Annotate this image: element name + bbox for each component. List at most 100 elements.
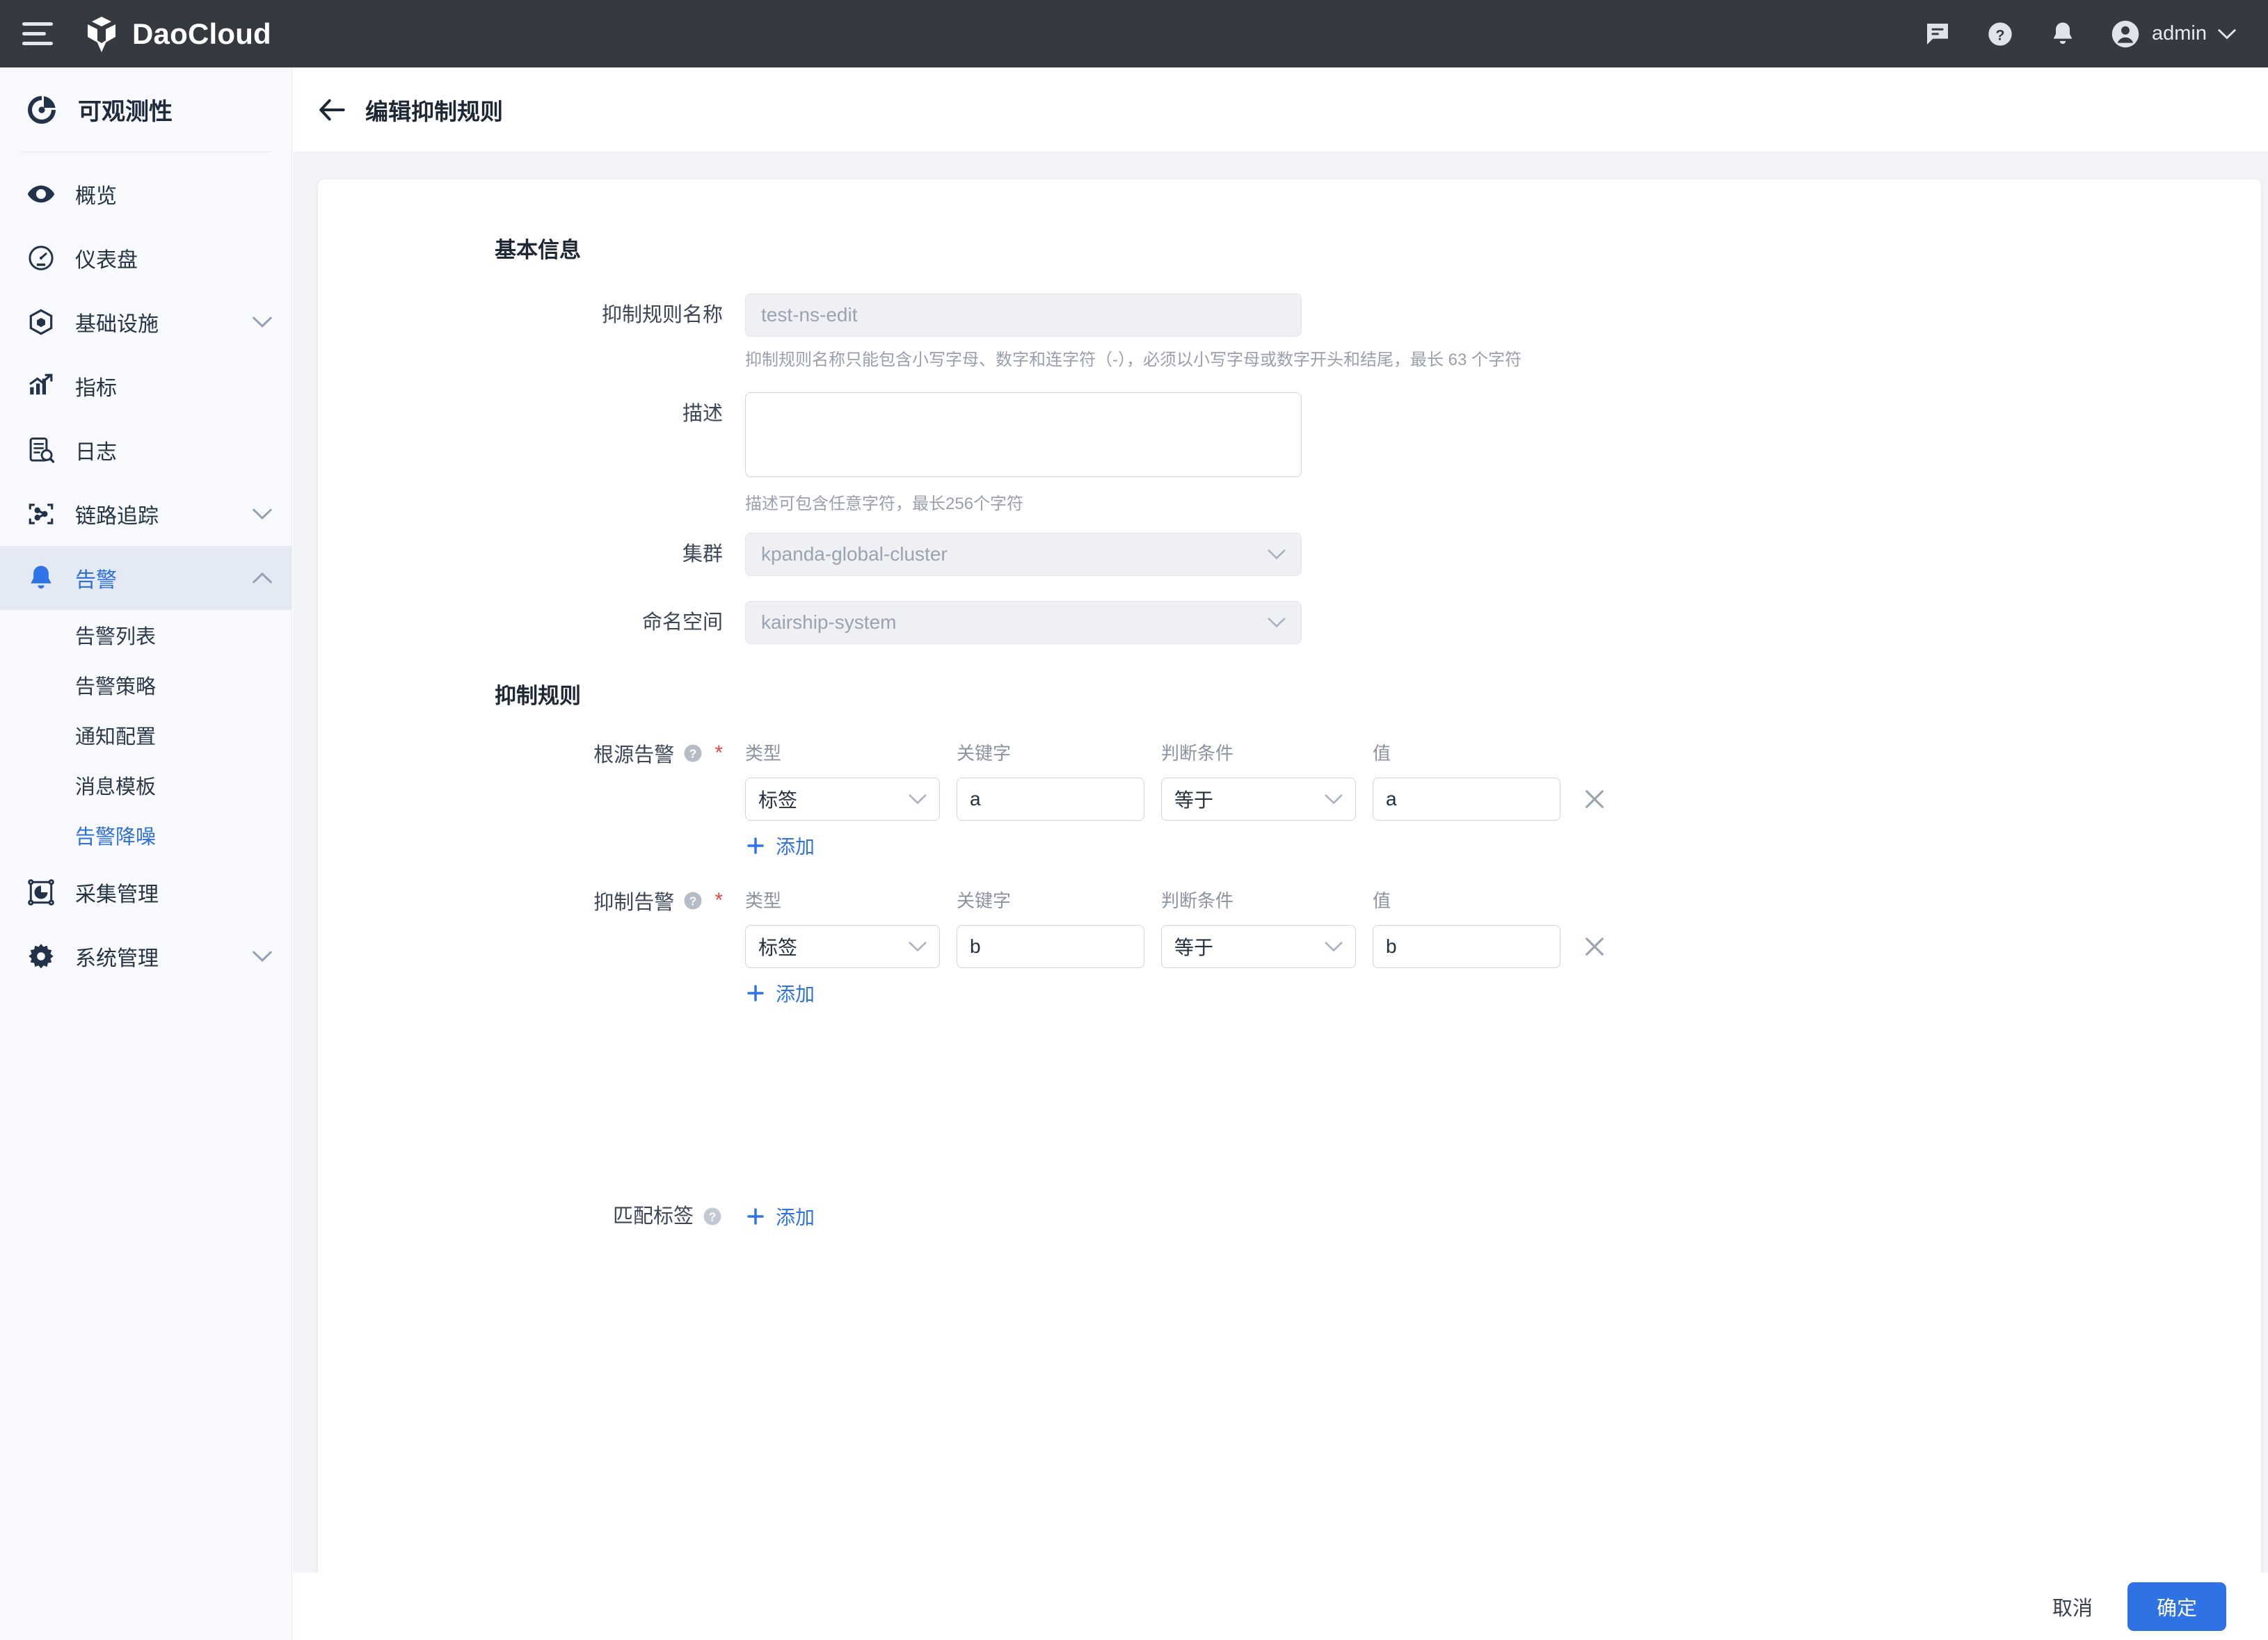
rule-keyword-input[interactable]	[957, 925, 1144, 968]
helper-description: 描述可包含任意字符，最长256个字符	[745, 495, 1024, 513]
close-x-icon	[1586, 938, 1604, 956]
top-header-bar: DaoCloud ? admin	[0, 0, 2268, 67]
plus-icon	[747, 837, 764, 854]
sidebar-item-label: 采集管理	[75, 883, 159, 906]
label-root-alert: 根源告警 ? *	[495, 736, 745, 768]
header-actions: ? admin	[1922, 19, 2268, 49]
sidebar-subitem-notification-config[interactable]: 通知配置	[0, 710, 292, 760]
sidebar-subitem-alert-noise-reduction[interactable]: 告警降噪	[0, 810, 292, 860]
plus-icon	[747, 985, 764, 1002]
sidebar-item-logs[interactable]: 日志	[0, 418, 292, 482]
helper-rule-name: 抑制规则名称只能包含小写字母、数字和连字符（-），必须以小写字母或数字开头和结尾…	[745, 351, 1522, 369]
chevron-down-icon	[253, 508, 272, 520]
help-circle-icon[interactable]: ?	[1985, 19, 2015, 49]
add-suppressed-alert-row-button[interactable]: 添加	[745, 979, 815, 1007]
sidebar-subitem-message-template[interactable]: 消息模板	[0, 760, 292, 810]
sidebar-item-label: 基础设施	[75, 313, 159, 336]
svg-text:?: ?	[689, 746, 697, 760]
sidebar-item-tracing[interactable]: 链路追踪	[0, 482, 292, 546]
sidebar-product-title[interactable]: 可观测性	[0, 67, 292, 152]
chart-line-icon	[25, 370, 57, 402]
sidebar-item-metrics[interactable]: 指标	[0, 354, 292, 418]
sidebar-item-system-management[interactable]: 系统管理	[0, 924, 292, 988]
delete-rule-row-button[interactable]	[1579, 931, 1611, 963]
message-icon[interactable]	[1922, 19, 1953, 49]
brand-logo-link[interactable]: DaoCloud	[83, 15, 271, 54]
chevron-down-icon	[1325, 794, 1343, 805]
section-title-basic-info: 基本信息	[495, 238, 581, 262]
label-cluster: 集群	[682, 543, 723, 565]
cluster-select-value: kpanda-global-cluster	[761, 543, 948, 565]
namespace-select-value: kairship-system	[761, 611, 897, 633]
form-row-description: 描述 描述可包含任意字符，最长256个字符	[495, 392, 1302, 514]
question-circle-icon[interactable]: ?	[682, 890, 703, 911]
sidebar-subitem-alert-list[interactable]: 告警列表	[0, 610, 292, 660]
rule-value-field	[1373, 778, 1560, 821]
delete-rule-row-button[interactable]	[1579, 783, 1611, 815]
chevron-down-icon	[253, 316, 272, 328]
section-title-suppression-rules: 抑制规则	[495, 684, 581, 708]
rule-name-input	[745, 294, 1302, 337]
observability-icon	[28, 95, 56, 124]
chevron-down-icon	[909, 942, 927, 952]
description-textarea[interactable]	[745, 392, 1302, 477]
cancel-button[interactable]: 取消	[2047, 1585, 2098, 1628]
question-circle-icon[interactable]: ?	[682, 743, 703, 764]
sidebar-product-label: 可观测性	[78, 99, 173, 125]
add-match-label-button[interactable]: 添加	[745, 1203, 815, 1230]
sidebar-item-alerts[interactable]: 告警	[0, 546, 292, 610]
rule-condition-value: 等于	[1174, 937, 1214, 958]
main-content: 编辑抑制规则 基本信息 抑制规则名称 抑制规则名称只能包含小写字母、数字和连字符…	[293, 67, 2268, 1640]
sidebar-item-infrastructure[interactable]: 基础设施	[0, 290, 292, 354]
form-row-match-labels: 匹配标签 ? 添加	[495, 1195, 815, 1238]
sidebar-item-collection-management[interactable]: 采集管理	[0, 860, 292, 924]
app-root: DaoCloud ? admin 可观测性 概览 仪表盘 基础设施 指标 日志 …	[0, 0, 2268, 1640]
cube-icon	[25, 306, 57, 338]
table-row: 标签 等于	[495, 778, 1611, 821]
rule-type-select[interactable]: 标签	[745, 778, 940, 821]
hamburger-icon[interactable]	[22, 22, 53, 46]
chevron-up-icon	[253, 572, 272, 584]
field-rule-name: 抑制规则名称只能包含小写字母、数字和连字符（-），必须以小写字母或数字开头和结尾…	[745, 294, 1522, 370]
add-root-alert-row-button[interactable]: 添加	[745, 832, 815, 860]
column-header-condition: 判断条件	[1161, 890, 1234, 911]
rule-keyword-input[interactable]	[957, 778, 1144, 821]
rule-keyword-field	[957, 925, 1144, 968]
sidebar-subitem-alert-policy[interactable]: 告警策略	[0, 660, 292, 710]
add-label: 添加	[776, 1207, 815, 1228]
sidebar-item-label: 指标	[75, 377, 117, 400]
sidebar-item-dashboard[interactable]: 仪表盘	[0, 226, 292, 290]
rule-value-input[interactable]	[1373, 925, 1560, 968]
user-menu[interactable]: admin	[2110, 19, 2236, 49]
add-root-alert-row-wrap: 添加	[495, 832, 1611, 860]
arrow-left-icon[interactable]	[318, 98, 346, 122]
rule-group-suppressed-alert: 抑制告警 ? * 类型 关键字 判断条件 值 标签 b 等于 b 添加	[495, 883, 1611, 1007]
rule-keyword-field	[957, 778, 1144, 821]
rule-group-header: 根源告警 ? * 类型 关键字 判断条件 值	[495, 736, 1611, 768]
rule-condition-select[interactable]: 等于	[1161, 778, 1356, 821]
cluster-select: kpanda-global-cluster	[745, 533, 1302, 576]
gauge-icon	[25, 242, 57, 274]
label-namespace: 命名空间	[641, 611, 723, 634]
svg-text:?: ?	[689, 894, 697, 908]
sidebar-item-overview[interactable]: 概览	[0, 162, 292, 226]
rule-condition-select[interactable]: 等于	[1161, 925, 1356, 968]
field-namespace: kairship-system	[745, 601, 1302, 644]
rule-value-input[interactable]	[1373, 778, 1560, 821]
namespace-select: kairship-system	[745, 601, 1302, 644]
label-description: 描述	[682, 403, 723, 425]
sidebar-subitem-label: 告警列表	[75, 626, 157, 648]
question-circle-icon[interactable]: ?	[702, 1206, 723, 1227]
form-row-cluster: 集群 kpanda-global-cluster	[495, 533, 1302, 576]
edit-form-card: 基本信息 抑制规则名称 抑制规则名称只能包含小写字母、数字和连字符（-），必须以…	[318, 179, 2261, 1584]
close-x-icon	[1586, 790, 1604, 808]
rule-column-headers: 类型 关键字 判断条件 值	[745, 887, 1579, 913]
form-row-rule-name: 抑制规则名称 抑制规则名称只能包含小写字母、数字和连字符（-），必须以小写字母或…	[495, 294, 1522, 370]
add-suppressed-alert-row-wrap: 添加	[495, 979, 1611, 1007]
bell-icon[interactable]	[2047, 19, 2078, 49]
sidebar-item-label: 日志	[75, 441, 117, 464]
column-header-value: 值	[1373, 742, 1391, 764]
rule-type-select[interactable]: 标签	[745, 925, 940, 968]
content-scroll-area: 基本信息 抑制规则名称 抑制规则名称只能包含小写字母、数字和连字符（-），必须以…	[293, 152, 2268, 1584]
confirm-button[interactable]: 确定	[2127, 1582, 2226, 1631]
